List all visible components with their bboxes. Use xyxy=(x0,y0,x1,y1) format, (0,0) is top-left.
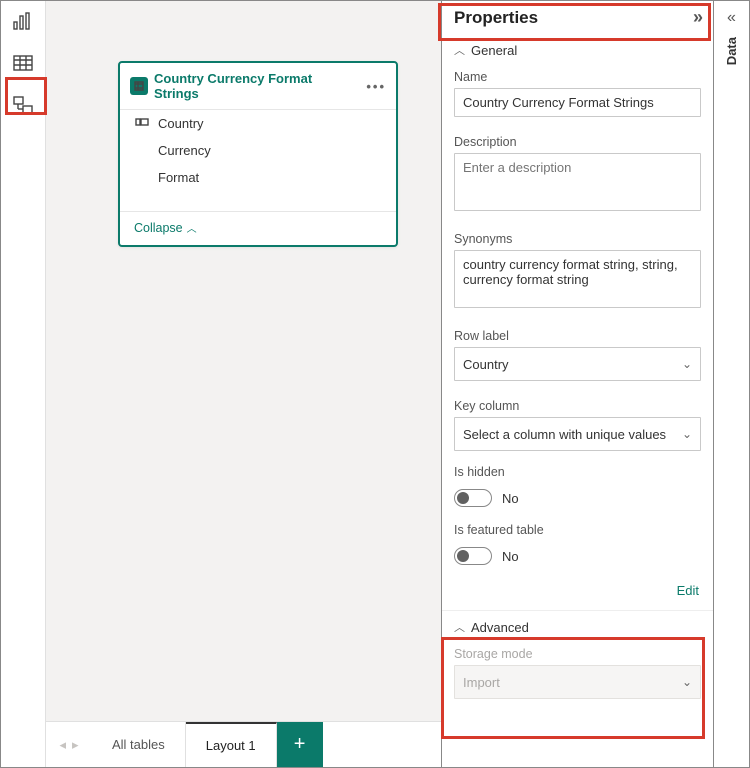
field-label: Row label xyxy=(454,329,701,343)
key-column-select[interactable]: Select a column with unique values ⌄ xyxy=(454,417,701,451)
plus-icon: + xyxy=(294,733,306,756)
storage-mode-field: Storage mode Import ⌄ xyxy=(442,643,713,713)
field-label: Description xyxy=(454,135,701,149)
table-field-row[interactable]: Currency xyxy=(120,137,396,164)
select-value: Country xyxy=(463,357,509,372)
tab-label: Layout 1 xyxy=(206,738,256,753)
description-field: Description xyxy=(442,131,713,228)
chevron-down-icon: ⌄ xyxy=(682,357,692,371)
model-view-button[interactable] xyxy=(9,93,37,117)
report-view-button[interactable] xyxy=(9,9,37,33)
collapse-button[interactable]: Collapse ︿ xyxy=(120,211,396,245)
field-label: Is hidden xyxy=(442,465,713,479)
table-icon xyxy=(130,77,148,95)
key-column-field: Key column Select a column with unique v… xyxy=(442,395,713,465)
tab-all-tables[interactable]: All tables xyxy=(92,722,186,767)
advanced-section: ︿ Advanced Storage mode Import ⌄ xyxy=(442,610,713,713)
chevron-up-icon: ︿ xyxy=(454,42,465,58)
select-value: Import xyxy=(463,675,500,690)
table-field-row[interactable]: Format xyxy=(120,164,396,191)
section-label: General xyxy=(471,43,517,58)
is-featured-row: No xyxy=(442,541,713,581)
section-label: Advanced xyxy=(471,620,529,635)
name-field: Name xyxy=(442,66,713,131)
field-label: Currency xyxy=(158,143,211,158)
field-label: Format xyxy=(158,170,199,185)
data-pane-label: Data xyxy=(724,37,739,65)
general-section-toggle[interactable]: ︿ General xyxy=(442,34,713,66)
properties-header: Properties » xyxy=(442,1,713,34)
field-label: Name xyxy=(454,70,701,84)
left-view-nav xyxy=(1,1,46,767)
expand-data-pane-button[interactable]: « xyxy=(727,9,736,27)
advanced-section-toggle[interactable]: ︿ Advanced xyxy=(442,611,713,643)
row-label-select[interactable]: Country ⌄ xyxy=(454,347,701,381)
row-label-field: Row label Country ⌄ xyxy=(442,325,713,395)
field-label: Country xyxy=(158,116,204,131)
is-featured-toggle[interactable] xyxy=(454,547,492,565)
name-input[interactable] xyxy=(454,88,701,117)
table-card[interactable]: Country Currency Format Strings ••• Coun… xyxy=(118,61,398,247)
add-layout-button[interactable]: + xyxy=(277,722,323,767)
properties-title: Properties xyxy=(454,8,538,28)
more-options-button[interactable]: ••• xyxy=(366,79,386,94)
chevron-down-icon: ⌄ xyxy=(682,427,692,441)
chevron-left-icon: ◂ xyxy=(59,737,66,753)
chevron-up-icon: ︿ xyxy=(454,619,465,635)
toggle-value: No xyxy=(502,549,519,564)
synonyms-field: Synonyms country currency format string,… xyxy=(442,228,713,325)
chevron-right-icon: ▸ xyxy=(72,737,79,753)
key-column-icon xyxy=(134,117,150,130)
select-value: Select a column with unique values xyxy=(463,427,666,442)
table-card-title: Country Currency Format Strings xyxy=(154,71,360,101)
collapse-label: Collapse xyxy=(134,221,183,235)
field-label: Synonyms xyxy=(454,232,701,246)
toggle-value: No xyxy=(502,491,519,506)
tab-label: All tables xyxy=(112,737,165,752)
description-input[interactable] xyxy=(454,153,701,211)
tab-scroll-arrows[interactable]: ◂ ▸ xyxy=(46,722,92,767)
is-hidden-row: No xyxy=(442,483,713,523)
field-label: Is featured table xyxy=(442,523,713,537)
table-view-button[interactable] xyxy=(9,51,37,75)
chevron-down-icon: ⌄ xyxy=(682,675,692,689)
chevron-up-icon: ︿ xyxy=(187,220,197,235)
layout-tab-strip: ◂ ▸ All tables Layout 1 + xyxy=(46,721,441,767)
synonyms-input[interactable]: country currency format string, string, … xyxy=(454,250,701,308)
data-pane-collapsed[interactable]: « Data xyxy=(713,1,749,767)
table-field-row[interactable]: Country xyxy=(120,110,396,137)
storage-mode-select: Import ⌄ xyxy=(454,665,701,699)
properties-pane: Properties » ︿ General Name Description … xyxy=(441,1,713,767)
expand-pane-button[interactable]: » xyxy=(693,7,703,28)
table-card-header[interactable]: Country Currency Format Strings ••• xyxy=(120,63,396,110)
field-label: Key column xyxy=(454,399,701,413)
is-hidden-toggle[interactable] xyxy=(454,489,492,507)
edit-link[interactable]: Edit xyxy=(442,581,713,610)
tab-layout-1[interactable]: Layout 1 xyxy=(186,722,277,767)
field-label: Storage mode xyxy=(454,647,701,661)
model-canvas[interactable]: Country Currency Format Strings ••• Coun… xyxy=(46,1,441,767)
